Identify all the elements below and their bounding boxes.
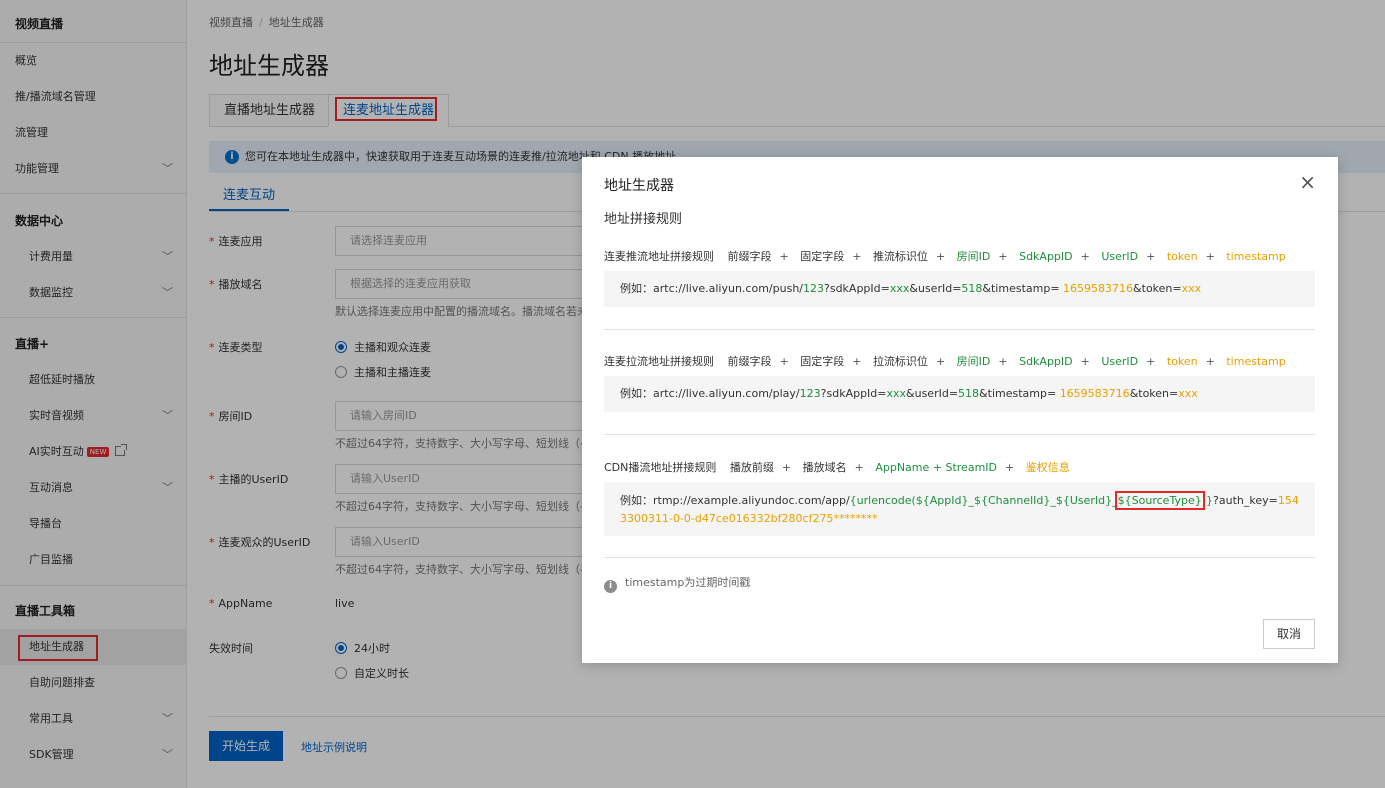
rule-part: 固定字段 <box>800 250 845 263</box>
section-divider <box>604 329 1315 330</box>
rule-part: 推流标识位 <box>872 250 928 263</box>
plus-sign: + <box>998 250 1008 263</box>
pull-rule: 连麦拉流地址拼接规则 前缀字段 + 固定字段 + 拉流标识位 + 房间ID + SdkA… <box>604 353 1286 369</box>
rule-part: 拉流标识位 <box>872 355 928 368</box>
rule-label: CDN播流地址拼接规则 <box>604 461 717 474</box>
rule-part: AppName + StreamID <box>875 461 997 474</box>
example-text: &userId= <box>909 282 962 295</box>
source-type-highlight: ${SourceType} <box>1114 491 1205 510</box>
rule-part: 前缀字段 <box>727 250 772 263</box>
plus-sign: + <box>1080 355 1090 368</box>
example-text: xxx <box>1181 282 1202 295</box>
plus-sign: + <box>1005 461 1015 474</box>
plus-sign: + <box>998 355 1008 368</box>
rule-part: UserID <box>1101 355 1139 368</box>
example-text: xxx <box>886 387 907 400</box>
example-text: &token= <box>1133 282 1182 295</box>
plus-sign: + <box>1205 355 1215 368</box>
close-icon[interactable]: × <box>1299 171 1316 193</box>
section-divider <box>604 557 1315 558</box>
rule-label: 连麦拉流地址拼接规则 <box>604 355 714 368</box>
note-text: timestamp为过期时间戳 <box>625 576 751 589</box>
example-text: 518 <box>958 387 980 400</box>
plus-sign: + <box>781 461 792 474</box>
example-text: 例如：rtmp://example.aliyundoc.com/app/ <box>620 494 850 507</box>
rule-part: 鉴权信息 <box>1025 461 1070 474</box>
plus-sign: + <box>1146 355 1156 368</box>
rule-part: timestamp <box>1226 250 1286 263</box>
example-text: 123 <box>799 387 821 400</box>
example-text: &timestamp= <box>979 387 1060 400</box>
plus-sign: + <box>1080 250 1090 263</box>
timestamp-note: i timestamp为过期时间戳 <box>604 574 750 593</box>
push-example: 例如：artc://live.aliyun.com/push/123?sdkAp… <box>604 271 1315 307</box>
example-text: )} <box>1201 494 1214 507</box>
address-rule-dialog: 地址生成器 × 地址拼接规则 连麦推流地址拼接规则 前缀字段 + 固定字段 + 推流… <box>582 157 1338 663</box>
example-text: xxx <box>1178 387 1198 400</box>
plus-sign: + <box>852 250 862 263</box>
rule-part: 房间ID <box>956 355 991 368</box>
plus-sign: + <box>1205 250 1215 263</box>
example-text: &token= <box>1129 387 1179 400</box>
cancel-button[interactable]: 取消 <box>1263 619 1315 649</box>
plus-sign: + <box>854 461 864 474</box>
example-text: 例如：artc://live.aliyun.com/push/ <box>620 282 803 295</box>
section-divider <box>604 434 1315 435</box>
plus-sign: + <box>779 250 789 263</box>
rule-part: UserID <box>1101 250 1139 263</box>
rule-part: token <box>1166 250 1198 263</box>
plus-sign: + <box>852 355 862 368</box>
rule-part: 播放前缀 <box>729 461 774 474</box>
pull-example: 例如：artc://live.aliyun.com/play/123?sdkAp… <box>604 376 1315 412</box>
example-text: 123 <box>803 282 824 295</box>
example-text: 1659583716 <box>1059 387 1130 400</box>
rule-part: 前缀字段 <box>727 355 772 368</box>
cdn-example: 例如：rtmp://example.aliyundoc.com/app/{url… <box>604 482 1315 536</box>
example-text: xxx <box>889 282 910 295</box>
example-text: 1659583716 <box>1063 282 1134 295</box>
plus-sign: + <box>935 355 946 368</box>
rule-part: 房间ID <box>956 250 991 263</box>
rule-part: timestamp <box>1226 355 1286 368</box>
example-text: 例如：artc://live.aliyun.com/play/ <box>620 387 800 400</box>
rule-label: 连麦推流地址拼接规则 <box>604 250 714 263</box>
rule-part: 播放域名 <box>802 461 847 474</box>
example-text: ?auth_key= <box>1213 494 1278 507</box>
plus-sign: + <box>935 250 946 263</box>
cdn-rule: CDN播流地址拼接规则 播放前缀 + 播放域名 + AppName + Stream… <box>604 459 1070 475</box>
rule-part: SdkAppID <box>1019 355 1073 368</box>
example-text: 518 <box>961 282 983 295</box>
example-text: ?sdkAppId= <box>824 282 890 295</box>
rule-part: token <box>1166 355 1198 368</box>
rule-part: 固定字段 <box>800 355 845 368</box>
dialog-subtitle: 地址拼接规则 <box>604 212 683 227</box>
plus-sign: + <box>1146 250 1156 263</box>
push-rule: 连麦推流地址拼接规则 前缀字段 + 固定字段 + 推流标识位 + 房间ID + SdkA… <box>604 248 1286 264</box>
dialog-title: 地址生成器 <box>604 178 674 194</box>
info-icon: i <box>604 580 617 593</box>
example-text: ?sdkAppId= <box>820 387 887 400</box>
rule-part: SdkAppID <box>1019 250 1073 263</box>
example-text: &userId= <box>906 387 959 400</box>
example-text: {urlencode(${AppId}_${ChannelId}_${UserI… <box>849 494 1118 507</box>
example-text: &timestamp= <box>982 282 1064 295</box>
plus-sign: + <box>779 355 789 368</box>
